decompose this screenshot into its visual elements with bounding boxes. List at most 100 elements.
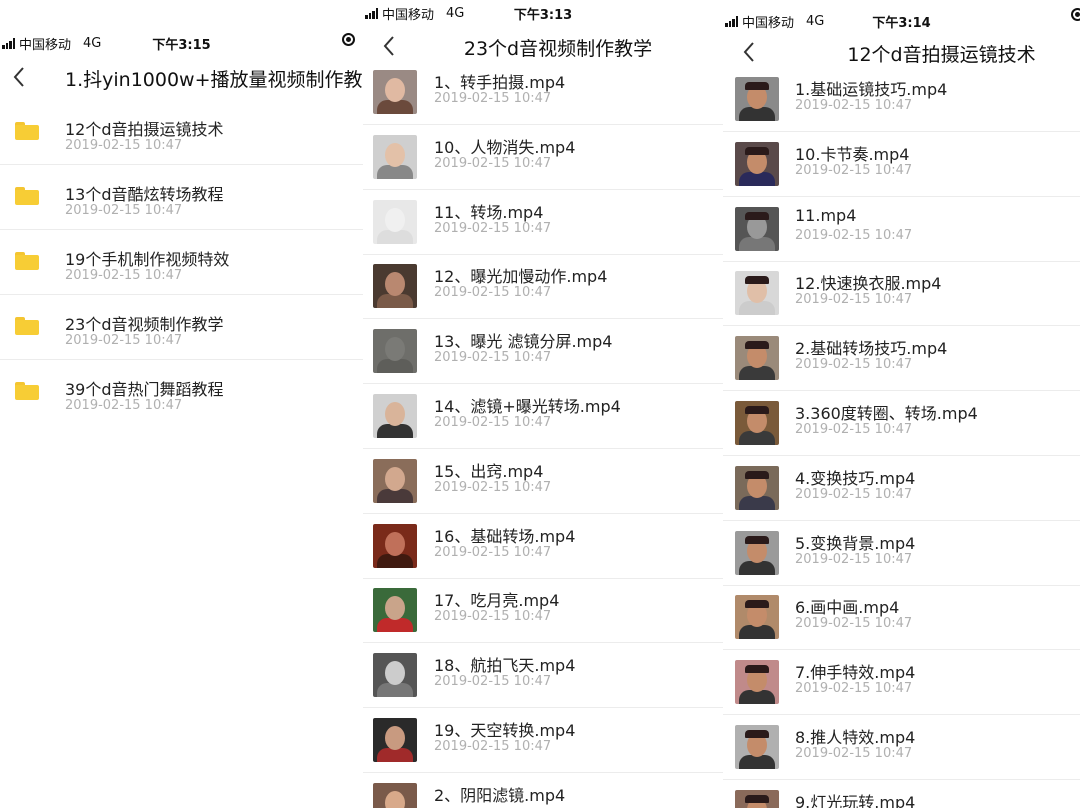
status-bar: 中国移动 4G 下午3:14 bbox=[723, 8, 1080, 32]
video-date: 2019-02-15 10:47 bbox=[434, 220, 552, 236]
video-name: 7.伸手特效.mp4 bbox=[795, 663, 916, 683]
video-row[interactable]: 11.mp4 2019-02-15 10:47 bbox=[723, 197, 1080, 262]
video-date: 2019-02-15 10:47 bbox=[795, 616, 913, 632]
video-date: 2019-02-15 10:47 bbox=[795, 292, 913, 308]
folder-date: 2019-02-15 10:47 bbox=[65, 398, 183, 413]
video-row[interactable]: 14、滤镜+曝光转场.mp4 2019-02-15 10:47 bbox=[363, 384, 723, 449]
video-row[interactable]: 1、转手拍摄.mp4 2019-02-15 10:47 bbox=[363, 60, 723, 125]
status-time: 下午3:13 bbox=[513, 8, 573, 23]
video-row[interactable]: 4.变换技巧.mp4 2019-02-15 10:47 bbox=[723, 456, 1080, 521]
video-thumbnail bbox=[373, 653, 417, 698]
video-thumbnail bbox=[735, 660, 779, 705]
video-thumbnail bbox=[373, 199, 417, 244]
video-row[interactable]: 6.画中画.mp4 2019-02-15 10:47 bbox=[723, 585, 1080, 651]
video-date: 2019-02-15 10:47 bbox=[434, 544, 552, 560]
folder-date: 2019-02-15 10:47 bbox=[65, 268, 183, 283]
video-row[interactable]: 19、天空转换.mp4 2019-02-15 10:47 bbox=[363, 708, 723, 773]
video-thumbnail bbox=[735, 725, 779, 769]
video-row[interactable]: 8.推人特效.mp4 2019-02-15 10:47 bbox=[723, 715, 1080, 780]
folder-icon bbox=[15, 122, 39, 140]
video-date: 2019-02-15 10:47 bbox=[795, 162, 913, 178]
video-name: 13、曝光 滤镜分屏.mp4 bbox=[434, 332, 613, 352]
video-row[interactable]: 9.灯光玩转.mp4 bbox=[723, 780, 1080, 808]
video-thumbnail bbox=[373, 134, 417, 179]
page-title: 12个d音拍摄运镜技术 bbox=[847, 44, 1036, 66]
video-name: 19、天空转换.mp4 bbox=[434, 721, 576, 740]
video-thumbnail bbox=[373, 588, 417, 633]
video-date: 2019-02-15 10:47 bbox=[434, 739, 552, 754]
folder-row[interactable]: 19个手机制作视频特效 2019-02-15 10:47 bbox=[0, 230, 363, 295]
video-name: 10.卡节奏.mp4 bbox=[795, 144, 910, 164]
video-name: 1.基础运镜技巧.mp4 bbox=[795, 80, 948, 99]
folder-row[interactable]: 12个d音拍摄运镜技术 2019-02-15 10:47 bbox=[0, 100, 363, 165]
video-thumbnail bbox=[373, 782, 417, 808]
status-time: 下午3:15 bbox=[152, 38, 211, 53]
video-name: 2、阴阳滤镜.mp4 bbox=[434, 785, 566, 805]
folder-row[interactable]: 39个d音热门舞蹈教程 2019-02-15 10:47 bbox=[0, 360, 363, 425]
video-row[interactable]: 16、基础转场.mp4 2019-02-15 10:47 bbox=[363, 514, 723, 579]
video-date: 2019-02-15 10:47 bbox=[795, 486, 913, 502]
video-thumbnail bbox=[373, 329, 417, 374]
video-name: 1、转手拍摄.mp4 bbox=[434, 73, 566, 92]
video-row[interactable]: 11、转场.mp4 2019-02-15 10:47 bbox=[363, 190, 723, 255]
video-date: 2019-02-15 10:47 bbox=[434, 609, 552, 625]
video-row[interactable]: 13、曝光 滤镜分屏.mp4 2019-02-15 10:47 bbox=[363, 319, 723, 385]
video-thumbnail bbox=[735, 595, 779, 640]
video-thumbnail bbox=[373, 718, 417, 762]
video-thumbnail bbox=[735, 530, 779, 575]
chevron-left-icon bbox=[13, 67, 24, 87]
folder-name: 19个手机制作视频特效 bbox=[65, 250, 230, 269]
video-name: 18、航拍飞天.mp4 bbox=[434, 656, 576, 676]
folder-name: 39个d音热门舞蹈教程 bbox=[65, 380, 224, 399]
rotation-lock-icon bbox=[1071, 8, 1080, 21]
video-name: 11、转场.mp4 bbox=[434, 202, 544, 222]
video-date: 2019-02-15 10:47 bbox=[434, 479, 552, 495]
video-name: 2.基础转场技巧.mp4 bbox=[795, 339, 948, 359]
video-row[interactable]: 18、航拍飞天.mp4 2019-02-15 10:47 bbox=[363, 643, 723, 709]
video-row[interactable]: 7.伸手特效.mp4 2019-02-15 10:47 bbox=[723, 650, 1080, 716]
status-time: 下午3:14 bbox=[872, 16, 931, 31]
status-bar: 中国移动 4G 下午3:15 bbox=[0, 30, 363, 54]
video-row[interactable]: 15、出窍.mp4 2019-02-15 10:47 bbox=[363, 449, 723, 514]
video-date: 2019-02-15 10:47 bbox=[795, 422, 913, 437]
folder-name: 13个d音酷炫转场教程 bbox=[65, 185, 224, 204]
video-thumbnail bbox=[735, 206, 779, 251]
video-row[interactable]: 5.变换背景.mp4 2019-02-15 10:47 bbox=[723, 521, 1080, 586]
video-name: 5.变换背景.mp4 bbox=[795, 533, 916, 553]
video-row[interactable]: 10.卡节奏.mp4 2019-02-15 10:47 bbox=[723, 132, 1080, 197]
video-thumbnail bbox=[735, 465, 779, 510]
video-name: 4.变换技巧.mp4 bbox=[795, 468, 916, 488]
video-date: 2019-02-15 10:47 bbox=[795, 357, 913, 373]
video-row[interactable]: 3.360度转圈、转场.mp4 2019-02-15 10:47 bbox=[723, 391, 1080, 456]
video-date: 2019-02-15 10:47 bbox=[434, 285, 552, 301]
video-date: 2019-02-15 10:47 bbox=[434, 350, 552, 366]
video-date: 2019-02-15 10:47 bbox=[434, 91, 552, 106]
folder-name: 12个d音拍摄运镜技术 bbox=[65, 120, 224, 139]
folder-row[interactable]: 13个d音酷炫转场教程 2019-02-15 10:47 bbox=[0, 165, 363, 230]
screen-video-list-23: 中国移动 4G 下午3:13 23个d音视频制作教学 1、转手拍摄.mp4 201… bbox=[363, 0, 723, 808]
video-row[interactable]: 2、阴阳滤镜.mp4 bbox=[363, 773, 723, 808]
video-date: 2019-02-15 10:47 bbox=[795, 98, 913, 113]
video-name: 17、吃月亮.mp4 bbox=[434, 591, 560, 611]
back-button[interactable] bbox=[5, 63, 33, 91]
video-row[interactable]: 1.基础运镜技巧.mp4 2019-02-15 10:47 bbox=[723, 67, 1080, 132]
folder-icon bbox=[15, 252, 39, 270]
video-name: 6.画中画.mp4 bbox=[795, 598, 900, 618]
status-bar: 中国移动 4G 下午3:13 bbox=[363, 0, 723, 24]
video-row[interactable]: 10、人物消失.mp4 2019-02-15 10:47 bbox=[363, 125, 723, 190]
video-thumbnail bbox=[373, 70, 417, 114]
video-name: 3.360度转圈、转场.mp4 bbox=[795, 404, 978, 423]
folder-row[interactable]: 23个d音视频制作教学 2019-02-15 10:47 bbox=[0, 295, 363, 360]
video-thumbnail bbox=[735, 401, 779, 445]
video-row[interactable]: 2.基础转场技巧.mp4 2019-02-15 10:47 bbox=[723, 326, 1080, 392]
page-title: 1.抖yin1000w+播放量视频制作教程 bbox=[65, 69, 363, 91]
folder-date: 2019-02-15 10:47 bbox=[65, 203, 183, 218]
video-row[interactable]: 12、曝光加慢动作.mp4 2019-02-15 10:47 bbox=[363, 254, 723, 320]
video-date: 2019-02-15 10:47 bbox=[795, 551, 913, 567]
video-thumbnail bbox=[735, 336, 779, 381]
video-name: 10、人物消失.mp4 bbox=[434, 137, 576, 157]
video-date: 2019-02-15 10:47 bbox=[434, 415, 552, 430]
video-row[interactable]: 12.快速换衣服.mp4 2019-02-15 10:47 bbox=[723, 261, 1080, 327]
video-name: 8.推人特效.mp4 bbox=[795, 728, 916, 747]
video-row[interactable]: 17、吃月亮.mp4 2019-02-15 10:47 bbox=[363, 578, 723, 644]
